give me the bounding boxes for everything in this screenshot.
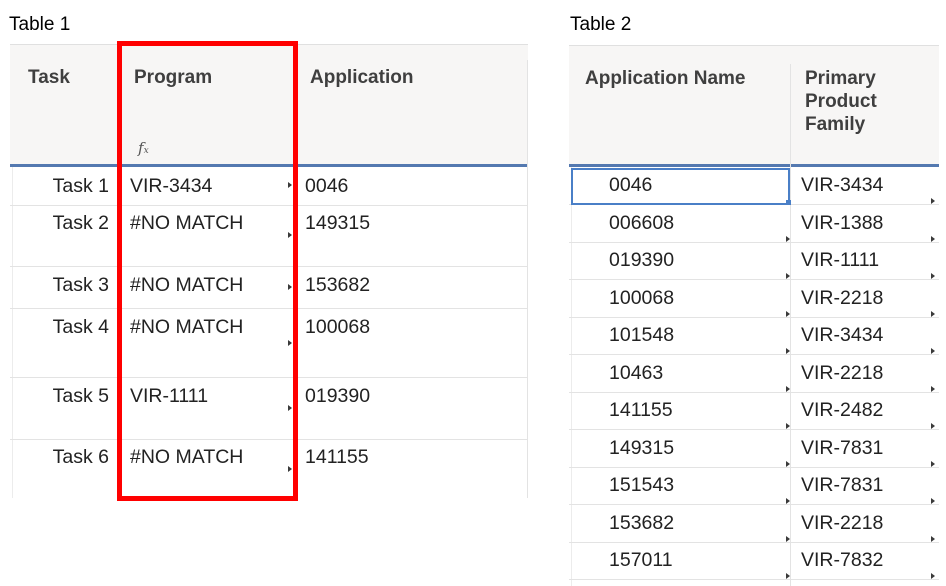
cell-marker-icon — [786, 386, 790, 392]
table1-application-cell[interactable]: 141155 — [305, 446, 369, 469]
table2-family-cell[interactable]: VIR-1111 — [801, 249, 879, 272]
table2-family-cell[interactable]: VIR-1388 — [801, 212, 883, 235]
program-column-highlight — [117, 41, 298, 501]
table2-family-cell[interactable]: VIR-2218 — [801, 512, 883, 535]
table2-family-cell[interactable]: VIR-2482 — [801, 399, 883, 422]
table1-header-application[interactable]: Application — [310, 66, 413, 89]
table2-app-cell[interactable]: 153682 — [609, 512, 674, 535]
table2-app-cell[interactable]: 10463 — [609, 362, 663, 385]
cell-marker-icon — [931, 536, 935, 542]
cell-marker-icon — [786, 573, 790, 579]
table2-app-cell[interactable]: 149315 — [609, 437, 674, 460]
table1-application-cell[interactable]: 100068 — [305, 316, 370, 339]
table2-family-cell[interactable]: VIR-7831 — [801, 474, 883, 497]
cell-marker-icon — [931, 198, 935, 204]
cell-marker-icon — [786, 311, 790, 317]
table1-application-cell[interactable]: 149315 — [305, 212, 370, 235]
table2-app-cell[interactable]: 141155 — [609, 399, 673, 422]
table2-app-cell[interactable]: 019390 — [609, 249, 674, 272]
table2-header-application-name[interactable]: Application Name — [585, 67, 745, 90]
table2-family-cell[interactable]: VIR-2218 — [801, 362, 883, 385]
table2-family-cell[interactable]: VIR-7832 — [801, 549, 883, 572]
cell-marker-icon — [931, 461, 935, 467]
table2-family-cell[interactable]: VIR-2218 — [801, 287, 883, 310]
table2-family-cell[interactable]: VIR-3434 — [801, 324, 883, 347]
selected-cell[interactable] — [571, 168, 790, 205]
cell-marker-icon — [931, 573, 935, 579]
table2-caption: Table 2 — [570, 14, 632, 35]
table1-task-cell[interactable]: Task 3 — [53, 274, 109, 297]
table2-header-primary-product-family[interactable]: Primary Product Family — [805, 67, 915, 136]
table2-app-cell[interactable]: 101548 — [609, 324, 674, 347]
selection-handle[interactable] — [786, 200, 791, 205]
table1-application-cell[interactable]: 0046 — [305, 175, 348, 198]
cell-marker-icon — [786, 498, 790, 504]
table1-task-cell[interactable]: Task 1 — [53, 175, 109, 198]
table2-app-cell[interactable]: 157011 — [609, 549, 673, 572]
cell-marker-icon — [786, 461, 790, 467]
table1-application-cell[interactable]: 153682 — [305, 274, 370, 297]
table2-family-cell[interactable]: VIR-7831 — [801, 437, 883, 460]
table1-task-cell[interactable]: Task 5 — [53, 385, 109, 408]
table2-app-cell[interactable]: 151543 — [609, 474, 674, 497]
cell-marker-icon — [786, 536, 790, 542]
table2-app-cell[interactable]: 006608 — [609, 212, 674, 235]
cell-marker-icon — [931, 273, 935, 279]
cell-marker-icon — [786, 273, 790, 279]
cell-marker-icon — [931, 348, 935, 354]
table1-caption: Table 1 — [9, 14, 71, 35]
table2-header-rule — [569, 164, 939, 167]
table1-task-cell[interactable]: Task 6 — [53, 446, 109, 469]
table2-family-cell[interactable]: VIR-3434 — [801, 174, 883, 197]
cell-marker-icon — [931, 311, 935, 317]
table1-task-cell[interactable]: Task 4 — [53, 316, 109, 339]
table1-application-cell[interactable]: 019390 — [305, 385, 370, 408]
cell-marker-icon — [786, 348, 790, 354]
cell-marker-icon — [931, 386, 935, 392]
cell-marker-icon — [931, 423, 935, 429]
cell-marker-icon — [786, 236, 790, 242]
cell-marker-icon — [931, 498, 935, 504]
table1-header-task[interactable]: Task — [28, 66, 70, 89]
cell-marker-icon — [931, 236, 935, 242]
cell-marker-icon — [786, 423, 790, 429]
table1-task-cell[interactable]: Task 2 — [53, 212, 109, 235]
table2-app-cell[interactable]: 100068 — [609, 287, 674, 310]
